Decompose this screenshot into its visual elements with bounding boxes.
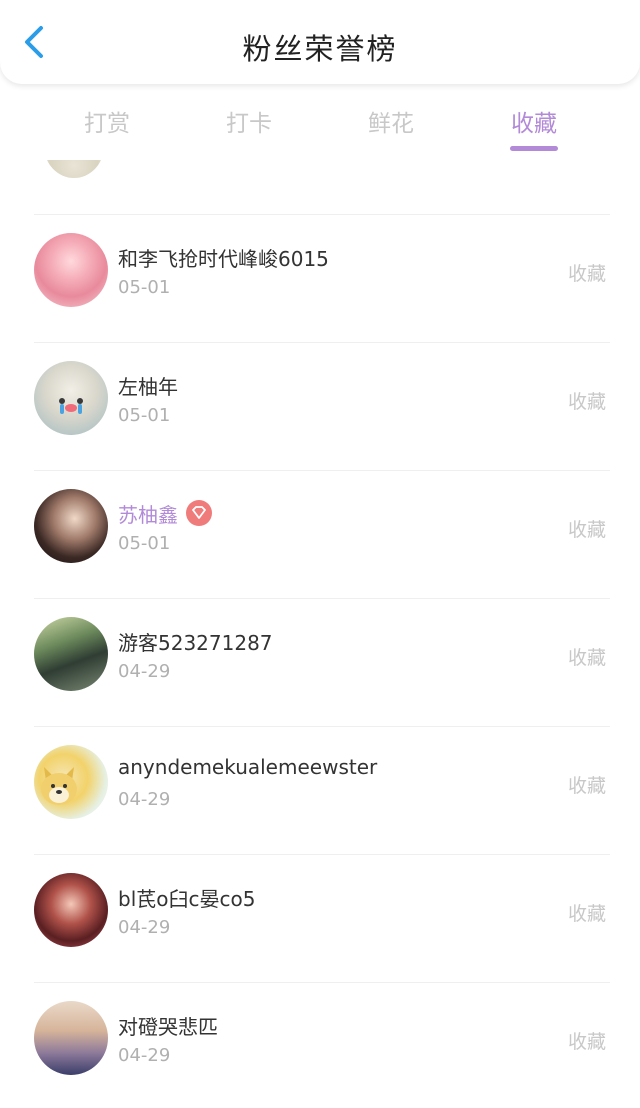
girl-selfie-avatar[interactable] xyxy=(34,1001,108,1075)
action-label: 收藏 xyxy=(567,519,606,541)
list-item[interactable]: 和李飞抢时代峰峻6015 05-01 收藏 xyxy=(34,214,610,343)
avatar xyxy=(44,160,104,178)
user-name[interactable]: 苏柚鑫 xyxy=(118,499,212,528)
date-label: 05-01 xyxy=(118,405,171,426)
list-item[interactable]: 对磴哭悲匹 04-29 收藏 xyxy=(34,982,610,1108)
anime-girl-avatar[interactable] xyxy=(34,233,108,307)
fan-list[interactable]: 和李飞抢时代峰峻6015 05-01 收藏 左柚年 05-01 收藏 苏柚鑫 0… xyxy=(0,160,640,1108)
user-name[interactable]: bl芪o臼c晏co5 xyxy=(118,883,255,912)
list-item[interactable]: bl芪o臼c晏co5 04-29 收藏 xyxy=(34,854,610,983)
face-icon xyxy=(59,398,83,414)
list-item[interactable]: 游客523271287 04-29 收藏 xyxy=(34,598,610,727)
action-label: 收藏 xyxy=(567,391,606,413)
action-label: 收藏 xyxy=(567,263,606,285)
tab-reward[interactable]: 打赏 xyxy=(47,104,167,138)
list-item[interactable]: 左柚年 05-01 收藏 xyxy=(34,342,610,471)
tab-checkin[interactable]: 打卡 xyxy=(189,104,309,138)
date-label: 04-29 xyxy=(118,1045,171,1066)
user-name[interactable]: 和李飞抢时代峰峻6015 xyxy=(118,243,329,272)
date-label: 05-01 xyxy=(118,277,171,298)
user-name[interactable]: 左柚年 xyxy=(118,371,178,400)
user-name[interactable]: 对磴哭悲匹 xyxy=(118,1011,218,1040)
action-label: 收藏 xyxy=(567,775,606,797)
action-label: 收藏 xyxy=(567,903,606,925)
user-name[interactable]: anyndemekualemeewster xyxy=(118,755,377,779)
page-title: 粉丝荣誉榜 xyxy=(242,32,398,66)
date-label: 04-29 xyxy=(118,661,171,682)
action-label: 收藏 xyxy=(567,1031,606,1053)
dog-face-icon xyxy=(41,767,77,805)
active-tab-indicator xyxy=(510,146,558,151)
doge-avatar[interactable] xyxy=(34,745,108,819)
date-label: 04-29 xyxy=(118,789,171,810)
tab-bar: 打赏 打卡 鲜花 收藏 xyxy=(0,84,640,160)
date-label: 04-29 xyxy=(118,917,171,938)
list-item-partial xyxy=(34,160,610,214)
person-outdoor-avatar[interactable] xyxy=(34,617,108,691)
tab-flowers[interactable]: 鲜花 xyxy=(331,104,451,138)
list-item[interactable]: 苏柚鑫 05-01 收藏 xyxy=(34,470,610,599)
user-name-text: 苏柚鑫 xyxy=(118,503,178,527)
top-bar: 粉丝荣誉榜 xyxy=(0,0,640,84)
woman-portrait-avatar[interactable] xyxy=(34,873,108,947)
girl-portrait-avatar[interactable] xyxy=(34,489,108,563)
action-label: 收藏 xyxy=(567,647,606,669)
list-item[interactable]: anyndemekualemeewster 04-29 收藏 xyxy=(34,726,610,855)
user-name[interactable]: 游客523271287 xyxy=(118,627,273,656)
date-label: 05-01 xyxy=(118,533,171,554)
tab-favorites[interactable]: 收藏 xyxy=(474,104,594,138)
crying-mochi-avatar[interactable] xyxy=(34,361,108,435)
diamond-badge-icon xyxy=(186,500,212,526)
